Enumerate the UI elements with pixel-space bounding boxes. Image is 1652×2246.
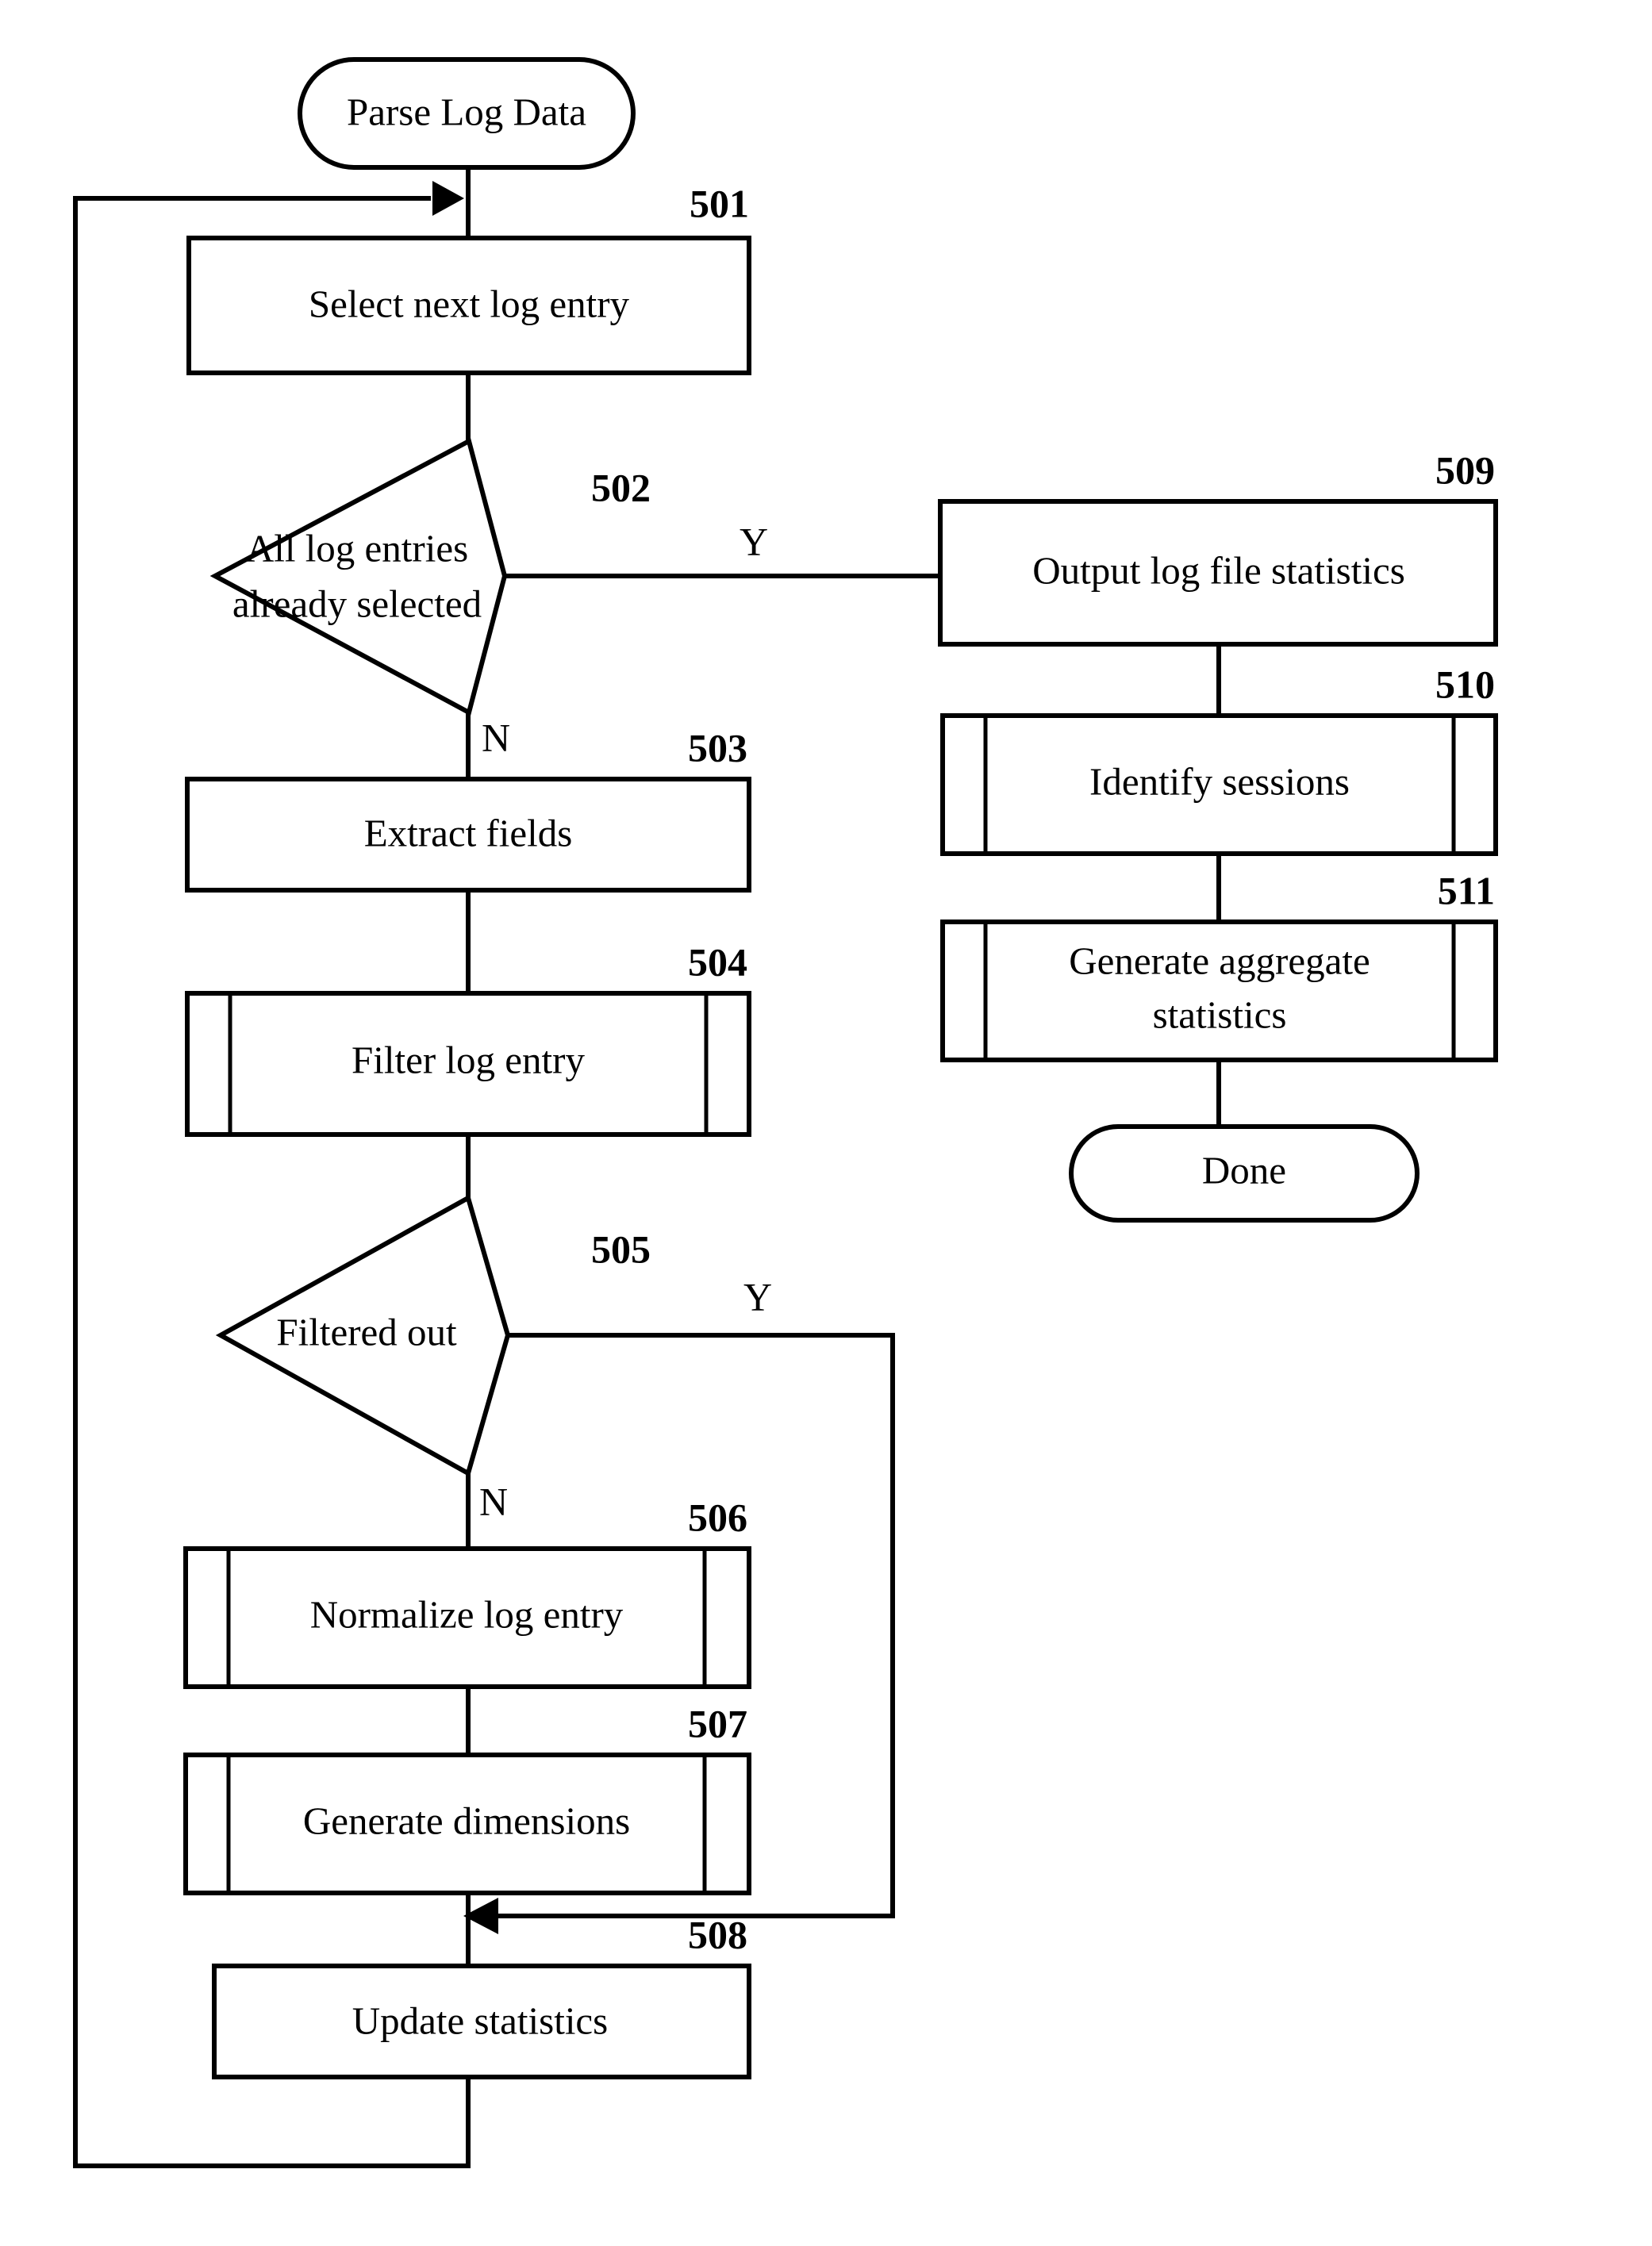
node-511[interactable]: Generate aggregate statistics bbox=[940, 920, 1498, 1062]
predefined-process-511-label-line1: Generate aggregate bbox=[1069, 939, 1370, 982]
node-505[interactable]: Filtered out bbox=[215, 1194, 511, 1477]
ref-number-504: 504 bbox=[688, 939, 747, 984]
ref-number-505: 505 bbox=[591, 1227, 651, 1271]
ref-number-502: 502 bbox=[591, 465, 651, 509]
flowchart-canvas: Parse Log Data Select next log entry 501… bbox=[73, 57, 1498, 2168]
ref-number-509: 509 bbox=[1435, 447, 1495, 492]
branch-label-505-no: N bbox=[479, 1479, 508, 1523]
node-start[interactable]: Parse Log Data bbox=[298, 57, 636, 170]
decision-505-label: Filtered out bbox=[276, 1310, 457, 1353]
node-501[interactable]: Select next log entry bbox=[186, 236, 751, 375]
terminator-start-label: Parse Log Data bbox=[347, 90, 586, 133]
decision-502-label-line2: already selected bbox=[232, 582, 482, 625]
ref-number-507: 507 bbox=[688, 1701, 747, 1745]
flowchart-page: Parse Log Data Select next log entry 501… bbox=[0, 0, 1652, 2246]
ref-number-508: 508 bbox=[688, 1912, 747, 1956]
node-end[interactable]: Done bbox=[1069, 1124, 1420, 1223]
ref-number-511: 511 bbox=[1438, 868, 1495, 912]
node-510[interactable]: Identify sessions bbox=[940, 713, 1498, 856]
process-508-label: Update statistics bbox=[352, 1998, 609, 2042]
process-503-label: Extract fields bbox=[364, 811, 573, 854]
predefined-process-506-label: Normalize log entry bbox=[310, 1592, 624, 1636]
process-501-label: Select next log entry bbox=[309, 282, 630, 325]
process-509-label: Output log file statistics bbox=[1032, 548, 1405, 592]
predefined-process-504-label: Filter log entry bbox=[352, 1038, 585, 1081]
arrowhead-feedback-into-501 bbox=[432, 181, 464, 216]
node-503[interactable]: Extract fields bbox=[185, 777, 751, 893]
branch-label-505-yes: Y bbox=[743, 1274, 772, 1319]
node-504[interactable]: Filter log entry bbox=[185, 991, 751, 1137]
terminator-end-label: Done bbox=[1202, 1148, 1286, 1192]
predefined-process-511-label-line2: statistics bbox=[1153, 992, 1287, 1036]
predefined-process-507-label: Generate dimensions bbox=[303, 1799, 630, 1842]
branch-label-502-yes: Y bbox=[740, 519, 768, 563]
ref-number-501: 501 bbox=[690, 181, 749, 225]
ref-number-510: 510 bbox=[1435, 662, 1495, 706]
ref-number-503: 503 bbox=[688, 725, 747, 770]
node-507[interactable]: Generate dimensions bbox=[183, 1753, 751, 1895]
node-502[interactable]: All log entries already selected bbox=[209, 437, 508, 716]
decision-502-label-line1: All log entries bbox=[246, 526, 468, 570]
ref-number-506: 506 bbox=[688, 1495, 747, 1539]
predefined-process-510-label: Identify sessions bbox=[1089, 759, 1350, 803]
decision-502-diamond bbox=[209, 437, 508, 716]
node-508[interactable]: Update statistics bbox=[212, 1964, 751, 2079]
node-509[interactable]: Output log file statistics bbox=[938, 499, 1498, 647]
node-506[interactable]: Normalize log entry bbox=[183, 1546, 751, 1689]
branch-label-502-no: N bbox=[482, 715, 510, 759]
